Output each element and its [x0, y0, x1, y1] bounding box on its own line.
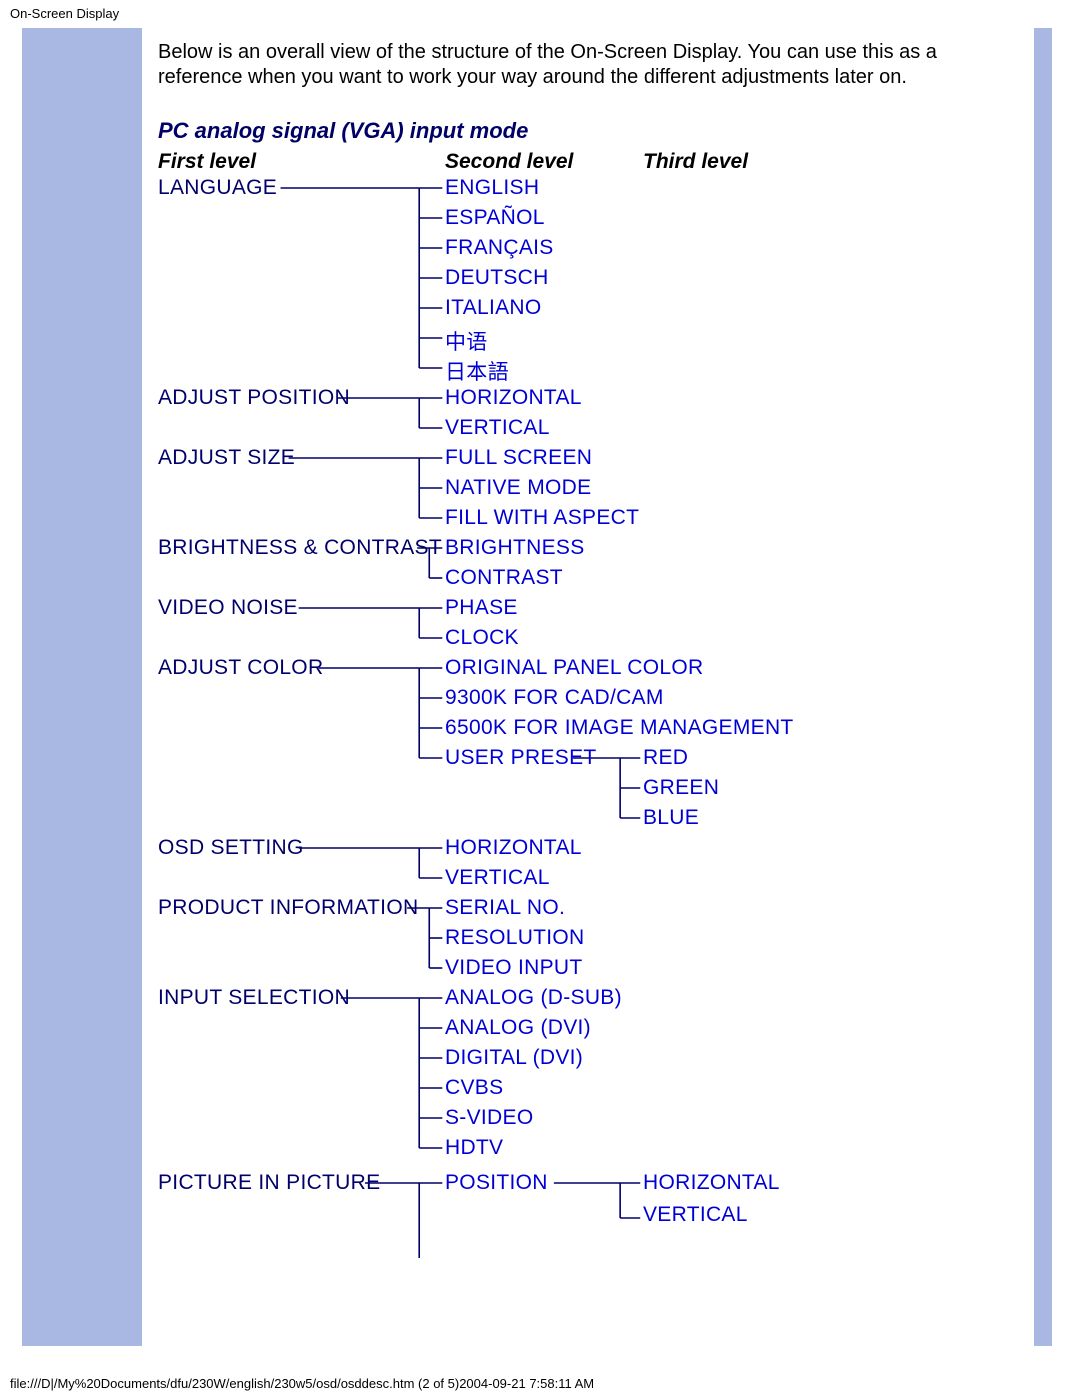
- col-third: Third level: [643, 150, 748, 174]
- intro-text: Below is an overall view of the structur…: [158, 40, 1018, 90]
- l2-advi: ANALOG (DVI): [445, 1016, 591, 1040]
- page: On-Screen Display Below is an overall vi…: [0, 0, 1080, 1397]
- l2-vert: VERTICAL: [445, 416, 550, 440]
- l2-clock: CLOCK: [445, 626, 519, 650]
- l2-serial: SERIAL NO.: [445, 896, 565, 920]
- l1-bright-contrast: BRIGHTNESS & CONTRAST: [158, 536, 442, 560]
- l2-japanese: 日本語: [445, 356, 509, 386]
- l2-6500k: 6500K FOR IMAGE MANAGEMENT: [445, 716, 794, 740]
- l2-videoinput: VIDEO INPUT: [445, 956, 582, 980]
- l2-italiano: ITALIANO: [445, 296, 542, 320]
- l1-pip: PICTURE IN PICTURE: [158, 1171, 380, 1195]
- l2-userpreset: USER PRESET: [445, 746, 597, 770]
- l2-fillaspect: FILL WITH ASPECT: [445, 506, 639, 530]
- document-frame: Below is an overall view of the structur…: [22, 28, 1052, 1346]
- content-area: Below is an overall view of the structur…: [142, 28, 1034, 1346]
- l2-espanol: ESPAÑOL: [445, 206, 545, 230]
- l2-dsub: ANALOG (D-SUB): [445, 986, 622, 1010]
- l1-osd-setting: OSD SETTING: [158, 836, 304, 860]
- l2-contrast: CONTRAST: [445, 566, 563, 590]
- l3-green: GREEN: [643, 776, 719, 800]
- l3-blue: BLUE: [643, 806, 699, 830]
- tree-lines: [158, 108, 1018, 1258]
- col-second: Second level: [445, 150, 573, 174]
- l2-francais: FRANÇAIS: [445, 236, 554, 260]
- l1-video-noise: VIDEO NOISE: [158, 596, 298, 620]
- l1-adjust-position: ADJUST POSITION: [158, 386, 350, 410]
- mode-title: PC analog signal (VGA) input mode: [158, 118, 528, 144]
- l2-resolution: RESOLUTION: [445, 926, 585, 950]
- col-first: First level: [158, 150, 256, 174]
- l3-pip-vert: VERTICAL: [643, 1203, 748, 1227]
- l2-9300k: 9300K FOR CAD/CAM: [445, 686, 664, 710]
- l2-deutsch: DEUTSCH: [445, 266, 549, 290]
- page-header: On-Screen Display: [0, 0, 1080, 21]
- l1-adjust-size: ADJUST SIZE: [158, 446, 295, 470]
- right-margin: [1034, 28, 1052, 1346]
- l2-fullscreen: FULL SCREEN: [445, 446, 592, 470]
- l2-brightness: BRIGHTNESS: [445, 536, 585, 560]
- l3-red: RED: [643, 746, 688, 770]
- l3-pip-horiz: HORIZONTAL: [643, 1171, 780, 1195]
- l2-english: ENGLISH: [445, 176, 539, 200]
- left-margin: [22, 28, 142, 1346]
- l2-osd-vert: VERTICAL: [445, 866, 550, 890]
- l2-position: POSITION: [445, 1171, 548, 1195]
- l2-hdtv: HDTV: [445, 1136, 503, 1160]
- l1-product-info: PRODUCT INFORMATION: [158, 896, 418, 920]
- l2-native: NATIVE MODE: [445, 476, 591, 500]
- footer-path: file:///D|/My%20Documents/dfu/230W/engli…: [10, 1376, 594, 1391]
- l1-language: LANGUAGE: [158, 176, 277, 200]
- osd-tree-diagram: PC analog signal (VGA) input mode First …: [158, 108, 1018, 1258]
- l2-ddvi: DIGITAL (DVI): [445, 1046, 583, 1070]
- l2-phase: PHASE: [445, 596, 518, 620]
- l2-horiz: HORIZONTAL: [445, 386, 582, 410]
- l1-input-selection: INPUT SELECTION: [158, 986, 350, 1010]
- l2-svideo: S-VIDEO: [445, 1106, 533, 1130]
- l2-origpanel: ORIGINAL PANEL COLOR: [445, 656, 703, 680]
- l2-chinese: 中语: [445, 326, 488, 356]
- l2-cvbs: CVBS: [445, 1076, 503, 1100]
- l1-adjust-color: ADJUST COLOR: [158, 656, 323, 680]
- l2-osd-horiz: HORIZONTAL: [445, 836, 582, 860]
